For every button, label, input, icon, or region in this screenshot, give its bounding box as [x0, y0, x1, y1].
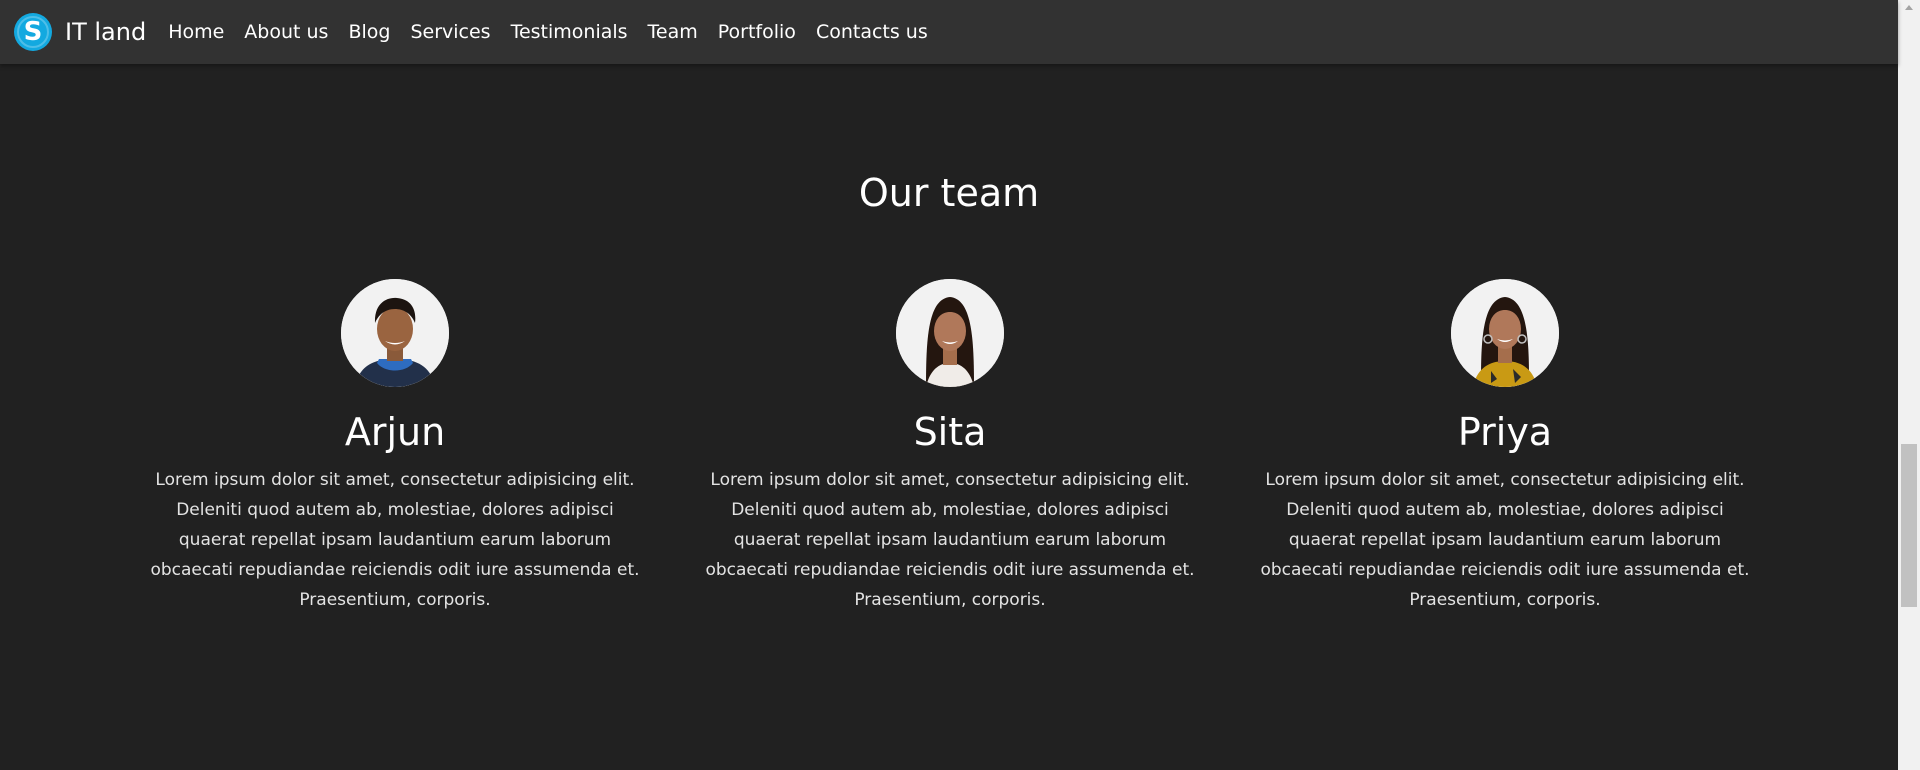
member-name: Sita	[913, 410, 987, 454]
scrollbar-thumb[interactable]	[1901, 444, 1917, 607]
avatar	[896, 279, 1004, 387]
page-scrollbar[interactable]	[1898, 0, 1920, 770]
scroll-up-arrow-icon[interactable]	[1905, 5, 1913, 10]
member-name: Priya	[1457, 410, 1553, 454]
member-bio: Lorem ipsum dolor sit amet, consectetur …	[705, 470, 1195, 610]
navbar: S IT land Home About us Blog Services Te…	[0, 0, 1898, 64]
avatar	[341, 279, 449, 387]
nav-link-testimonials[interactable]: Testimonials	[511, 21, 628, 43]
member-bio: Lorem ipsum dolor sit amet, consectetur …	[1260, 470, 1750, 610]
nav-link-team[interactable]: Team	[648, 21, 698, 43]
team-member-card: Priya Lorem ipsum dolor sit amet, consec…	[1255, 279, 1755, 615]
section-title: Our team	[858, 171, 1040, 215]
nav-link-blog[interactable]: Blog	[348, 21, 390, 43]
avatar	[1451, 279, 1559, 387]
nav-link-contacts-us[interactable]: Contacts us	[816, 21, 928, 43]
nav-link-about-us[interactable]: About us	[244, 21, 328, 43]
brand-name: IT land	[65, 18, 147, 46]
main-nav: Home About us Blog Services Testimonials…	[168, 21, 948, 43]
skype-logo-icon: S	[14, 13, 52, 51]
member-name: Arjun	[344, 410, 446, 454]
team-members: Arjun Lorem ipsum dolor sit amet, consec…	[145, 279, 1755, 615]
team-member-card: Sita Lorem ipsum dolor sit amet, consect…	[700, 279, 1200, 615]
nav-link-portfolio[interactable]: Portfolio	[718, 21, 796, 43]
team-member-card: Arjun Lorem ipsum dolor sit amet, consec…	[145, 279, 645, 615]
team-section: Our team Arjun Lorem ipsum dolor sit ame…	[0, 64, 1898, 770]
brand-logo-link[interactable]: S IT land	[14, 13, 146, 51]
member-bio: Lorem ipsum dolor sit amet, consectetur …	[150, 470, 640, 610]
nav-link-services[interactable]: Services	[410, 21, 490, 43]
nav-link-home[interactable]: Home	[168, 21, 224, 43]
brand-logo-letter: S	[23, 17, 43, 47]
